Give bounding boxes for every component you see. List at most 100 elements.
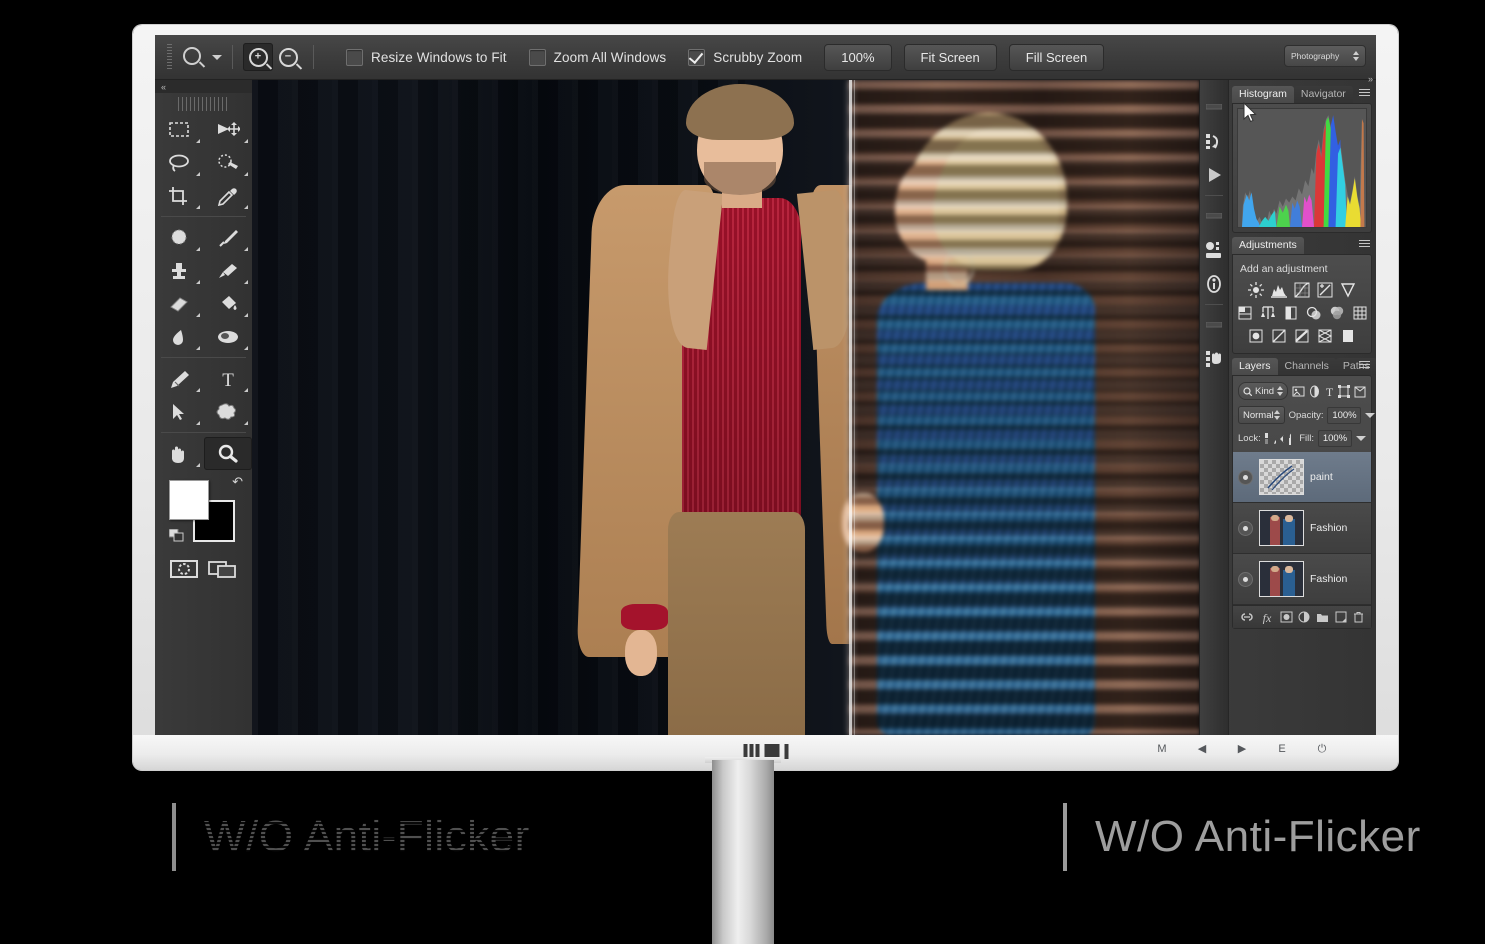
pen-tool[interactable] — [155, 362, 204, 395]
opacity-dropdown-icon[interactable] — [1365, 412, 1376, 418]
opacity-input[interactable]: 100% — [1327, 406, 1362, 424]
exposure-icon[interactable] — [1317, 282, 1333, 298]
new-fill-adjustment-icon[interactable] — [1298, 611, 1310, 623]
power-button[interactable]: ⏻ — [1316, 739, 1328, 759]
eyedropper-tool[interactable] — [204, 179, 253, 212]
hand-tool[interactable] — [155, 437, 204, 470]
tab-channels[interactable]: Channels — [1277, 358, 1336, 375]
scrubby-zoom-checkbox[interactable]: Scrubby Zoom — [688, 48, 802, 66]
color-lookup-icon[interactable] — [1352, 305, 1368, 321]
zoom-100-percent-button[interactable]: 100% — [824, 43, 892, 71]
swap-colors-icon[interactable]: ↶ — [232, 474, 243, 490]
dock-grip[interactable] — [1201, 90, 1227, 124]
spot-healing-brush-tool[interactable] — [155, 221, 204, 254]
smart-object-filter-icon[interactable] — [1354, 385, 1366, 398]
hue-saturation-icon[interactable] — [1237, 305, 1253, 321]
posterize-icon[interactable] — [1271, 328, 1287, 344]
layer-visibility-toggle[interactable] — [1238, 520, 1253, 536]
dock-grip-3[interactable] — [1201, 308, 1227, 342]
new-group-icon[interactable] — [1316, 611, 1329, 623]
move-tool[interactable] — [204, 113, 253, 146]
selective-color-icon[interactable] — [1340, 328, 1356, 344]
zoom-in-button[interactable]: + — [243, 43, 273, 71]
brightness-contrast-icon[interactable] — [1248, 282, 1264, 298]
zoom-all-windows-checkbox[interactable]: Zoom All Windows — [528, 48, 667, 66]
tab-navigator[interactable]: Navigator — [1293, 86, 1353, 103]
curves-icon[interactable] — [1294, 282, 1310, 298]
pixel-layer-filter-icon[interactable] — [1292, 385, 1305, 398]
type-layer-filter-icon[interactable]: T — [1324, 385, 1335, 398]
new-layer-icon[interactable] — [1335, 611, 1347, 623]
lasso-tool[interactable] — [155, 146, 204, 179]
lock-position-icon[interactable] — [1280, 433, 1285, 445]
layer-visibility-toggle[interactable] — [1238, 469, 1253, 485]
photo-filter-icon[interactable] — [1306, 305, 1322, 321]
fill-dropdown-icon[interactable] — [1355, 436, 1366, 441]
tools-panel-grip[interactable] — [177, 97, 230, 111]
layer-mask-icon[interactable] — [1280, 611, 1293, 623]
rectangular-marquee-tool[interactable] — [155, 113, 204, 146]
quick-mask-icon[interactable] — [169, 558, 199, 580]
link-layers-icon[interactable] — [1240, 611, 1254, 623]
layer-thumbnail[interactable] — [1259, 459, 1304, 495]
eraser-tool[interactable] — [155, 287, 204, 320]
panels-collapse-button[interactable]: » — [1368, 74, 1373, 84]
menu-button[interactable]: M — [1156, 739, 1168, 759]
history-brush-tool[interactable] — [204, 254, 253, 287]
fit-screen-button[interactable]: Fit Screen — [903, 43, 997, 71]
zoom-out-button[interactable]: − — [273, 43, 303, 71]
lock-transparent-pixels-icon[interactable] — [1264, 432, 1269, 445]
screen-mode-icon[interactable] — [207, 558, 238, 580]
horizontal-type-tool[interactable]: T — [204, 362, 253, 395]
resize-windows-to-fit-checkbox[interactable]: Resize Windows to Fit — [346, 48, 507, 66]
tools-collapse-button[interactable]: « — [155, 80, 252, 93]
shape-layer-filter-icon[interactable] — [1338, 384, 1351, 398]
left-button[interactable]: ◀ — [1196, 739, 1208, 759]
blend-mode-select[interactable]: Normal — [1238, 406, 1285, 424]
info-panel-icon[interactable] — [1201, 267, 1227, 301]
levels-icon[interactable] — [1271, 282, 1287, 298]
path-selection-tool[interactable] — [155, 395, 204, 428]
tab-adjustments[interactable]: Adjustments — [1232, 237, 1304, 254]
options-bar-grip[interactable] — [167, 44, 172, 70]
canvas-area[interactable] — [252, 80, 1200, 735]
history-panel-icon[interactable] — [1201, 124, 1227, 158]
zoom-tool[interactable] — [203, 437, 252, 470]
panel-menu-icon[interactable] — [1359, 361, 1370, 369]
styles-panel-icon[interactable] — [1201, 342, 1227, 376]
fill-screen-button[interactable]: Fill Screen — [1008, 43, 1105, 71]
zoom-tool-icon[interactable] — [180, 44, 206, 70]
tab-layers[interactable]: Layers — [1232, 358, 1278, 375]
vibrance-icon[interactable] — [1340, 282, 1356, 298]
default-colors-icon[interactable] — [168, 528, 184, 542]
gradient-map-icon[interactable] — [1317, 328, 1333, 344]
table-row[interactable]: paint — [1233, 102, 1371, 503]
panel-menu-icon[interactable] — [1359, 240, 1370, 248]
color-balance-icon[interactable] — [1260, 305, 1276, 321]
dock-grip-2[interactable] — [1201, 199, 1227, 233]
blur-tool[interactable] — [155, 320, 204, 353]
clone-stamp-tool[interactable] — [155, 254, 204, 287]
lock-all-icon[interactable] — [1288, 433, 1292, 445]
layer-thumbnail[interactable] — [1259, 561, 1304, 597]
invert-icon[interactable] — [1248, 328, 1264, 344]
adjustment-layer-filter-icon[interactable] — [1309, 385, 1320, 398]
chevron-down-icon[interactable] — [212, 54, 222, 60]
fill-input[interactable]: 100% — [1317, 430, 1352, 447]
delete-layer-icon[interactable] — [1353, 611, 1364, 623]
crop-tool[interactable] — [155, 179, 204, 212]
table-row[interactable]: Fashion — [1233, 503, 1371, 554]
paint-bucket-tool[interactable] — [204, 287, 253, 320]
table-row[interactable]: Fashion — [1233, 554, 1371, 605]
layer-visibility-toggle[interactable] — [1238, 571, 1253, 587]
tab-histogram[interactable]: Histogram — [1232, 86, 1294, 103]
layer-thumbnail[interactable] — [1259, 510, 1304, 546]
workspace-selector[interactable]: Photography — [1284, 45, 1366, 67]
layer-filter-kind[interactable]: Kind — [1238, 382, 1289, 400]
properties-panel-icon[interactable] — [1201, 233, 1227, 267]
channel-mixer-icon[interactable] — [1329, 305, 1345, 321]
right-button[interactable]: ▶ — [1236, 739, 1248, 759]
black-white-icon[interactable] — [1283, 305, 1299, 321]
exit-button[interactable]: E — [1276, 739, 1288, 759]
foreground-color-swatch[interactable] — [169, 480, 209, 520]
